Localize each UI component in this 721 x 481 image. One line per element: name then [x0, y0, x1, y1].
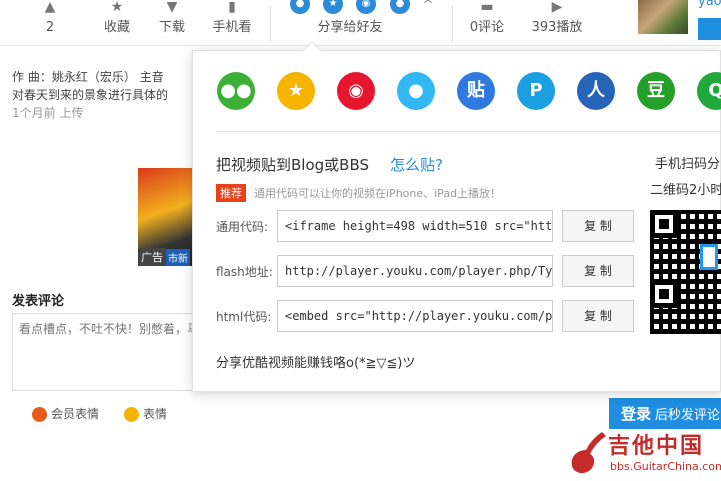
watermark: 吉他中国 bbs.GuitarChina.com	[566, 428, 721, 481]
comment-section-title: 发表评论	[12, 294, 65, 309]
comment-icon: ▬	[480, 0, 494, 15]
emoji-button[interactable]: 表情	[124, 405, 167, 422]
share-tieba-icon[interactable]: 贴	[457, 72, 495, 110]
share-qq-icon[interactable]: ●	[397, 72, 435, 110]
share-douban-icon[interactable]: 豆	[637, 72, 675, 110]
like-button[interactable]: ▲ 2	[36, 0, 64, 36]
embed-code-label: 通用代码:	[216, 220, 269, 234]
recommend-badge: 推荐	[216, 184, 246, 202]
login-button[interactable]: 登录 后秒发评论	[609, 398, 721, 429]
crown-icon	[32, 407, 47, 422]
like-count: 2	[45, 20, 55, 35]
ad-sub-badge: 市新	[166, 249, 190, 266]
how-to-link[interactable]: 怎么贴?	[390, 154, 443, 175]
panel-divider	[216, 131, 721, 132]
share-collapse-icon[interactable]: ^	[420, 0, 436, 13]
mobile-view-button[interactable]: ▮ 手机看	[210, 0, 254, 36]
mini-qq-icon[interactable]: ●	[390, 0, 410, 14]
embed-title: 把视频贴到Blog或BBS	[216, 156, 369, 174]
member-emoji-button[interactable]: 会员表情	[32, 405, 99, 422]
guitar-logo-icon	[571, 432, 606, 474]
copy-embed-code-button[interactable]: 复 制	[562, 210, 634, 242]
ad-badge: 广告	[138, 248, 166, 266]
description-line: 对春天到来的景象进行具体的	[12, 88, 169, 102]
play-count: ▶ 393播放	[528, 0, 586, 36]
share-renren-icon[interactable]: 人	[577, 72, 615, 110]
uploader-name[interactable]: yao	[698, 0, 721, 9]
watermark-text: 吉他中国	[608, 434, 705, 459]
qr-finder-pattern	[650, 280, 678, 308]
embed-code-field[interactable]: <iframe height=498 width=510 src="http:/…	[277, 210, 553, 242]
qr-logo-icon	[700, 244, 718, 270]
watermark-url: bbs.GuitarChina.com	[610, 460, 721, 473]
ad-banner[interactable]: 广告 市新	[138, 168, 192, 266]
thumbs-up-icon: ▲	[44, 0, 56, 15]
toolbar: ▲ 2 ★ 收藏 ▼ 下载 ▮ 手机看 ● ★ ◉ ● ^ 分享给好友 ▬ 0评…	[0, 0, 721, 46]
toolbar-divider	[270, 6, 271, 42]
mini-weibo-icon[interactable]: ◉	[356, 0, 376, 14]
favorite-button[interactable]: ★ 收藏	[100, 0, 134, 36]
video-description: 作 曲：姚永红（宏乐） 主音 对春天到来的景象进行具体的 1个月前 上传	[12, 68, 212, 122]
share-to-friends-button[interactable]: 分享给好友	[312, 20, 388, 36]
share-qzone-icon[interactable]: ★	[277, 72, 315, 110]
share-weibo-icon[interactable]: ◉	[337, 72, 375, 110]
recommend-text: 通用代码可以让你的视频在iPhone、iPad上播放！	[254, 187, 502, 200]
copy-flash-url-button[interactable]: 复 制	[562, 255, 634, 287]
share-wechat-icon[interactable]: ●●	[217, 72, 255, 110]
uploader-thumbnail[interactable]	[638, 0, 688, 34]
share-pengyou-icon[interactable]: P	[517, 72, 555, 110]
copy-html-code-button[interactable]: 复 制	[562, 300, 634, 332]
download-icon: ▼	[166, 0, 178, 15]
flash-url-field[interactable]: http://player.youku.com/player.php/Type/…	[277, 255, 553, 287]
qr-code	[650, 210, 721, 334]
star-icon: ★	[110, 0, 124, 15]
scan-qr-text: 手机扫码分	[655, 157, 721, 172]
toolbar-divider	[452, 6, 453, 42]
flash-url-label: flash地址:	[216, 265, 273, 279]
qr-finder-pattern	[650, 210, 678, 238]
smiley-icon	[124, 407, 139, 422]
qr-validity-text: 二维码2小时	[650, 183, 721, 198]
download-button[interactable]: ▼ 下载	[156, 0, 188, 36]
comments-button[interactable]: ▬ 0评论	[466, 0, 508, 36]
upload-time: 1个月前 上传	[12, 106, 84, 120]
comment-input[interactable]	[12, 313, 212, 391]
mini-wechat-icon[interactable]: ●	[290, 0, 310, 14]
subscribe-button[interactable]	[698, 18, 721, 40]
description-line: 作 曲：姚永红（宏乐） 主音	[12, 70, 164, 84]
mini-qzone-icon[interactable]: ★	[323, 0, 343, 14]
phone-icon: ▮	[228, 0, 236, 15]
play-icon: ▶	[551, 0, 563, 15]
html-code-label: html代码:	[216, 310, 272, 324]
html-code-field[interactable]: <embed src="http://player.youku.com/play…	[277, 300, 553, 332]
promo-text: 分享优酷视频能赚钱咯o(*≧▽≦)ツ	[216, 356, 416, 371]
